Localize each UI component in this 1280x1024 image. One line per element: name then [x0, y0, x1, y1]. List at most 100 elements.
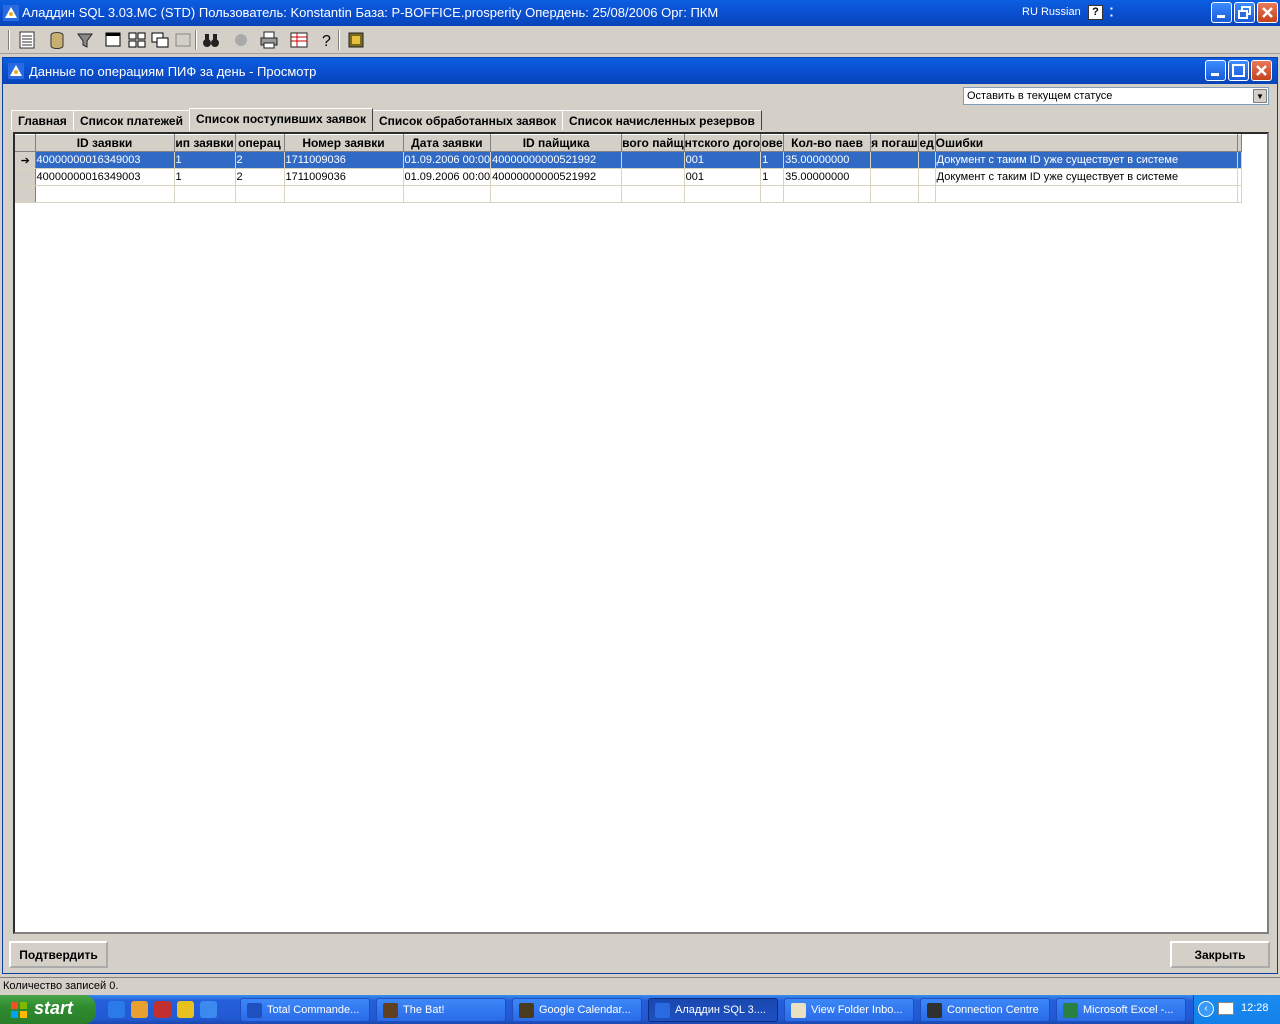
table-cell[interactable]: 001: [684, 168, 762, 186]
language-bar[interactable]: RU Russian ? ▪ ▪: [1010, 3, 1122, 23]
language-help-icon[interactable]: ?: [1088, 5, 1103, 20]
window-minimize-button[interactable]: [1205, 60, 1226, 81]
table-cell[interactable]: [870, 151, 919, 169]
app-minimize-button[interactable]: [1211, 2, 1232, 23]
table-cell[interactable]: 40000000000521992: [490, 151, 623, 169]
table-cell[interactable]: 1711009036: [284, 168, 404, 186]
desktop-icon[interactable]: [200, 1001, 217, 1018]
tab-processed-requests[interactable]: Список обработанных заявок: [372, 110, 564, 130]
table-cell[interactable]: 001: [684, 151, 762, 169]
tab-main[interactable]: Главная: [11, 110, 74, 130]
row-pointer-icon[interactable]: ➔: [15, 151, 36, 169]
mail-icon[interactable]: [1218, 1002, 1234, 1015]
column-header[interactable]: вого пайщ: [621, 134, 685, 152]
column-header[interactable]: Номер заявки: [284, 134, 404, 152]
column-header[interactable]: нтского дого: [684, 134, 762, 152]
database-icon[interactable]: [46, 29, 68, 51]
table-cell[interactable]: [783, 185, 872, 203]
column-header[interactable]: операц: [235, 134, 285, 152]
table-row[interactable]: [15, 185, 1242, 203]
table-cell[interactable]: [35, 185, 175, 203]
table-cell[interactable]: [621, 185, 685, 203]
row-indicator[interactable]: [15, 168, 36, 186]
table-cell[interactable]: [235, 185, 285, 203]
table-cell[interactable]: 1: [760, 168, 785, 186]
row-indicator[interactable]: [15, 185, 36, 203]
table-cell[interactable]: [935, 185, 1238, 203]
table-cell[interactable]: 01.09.2006 00:00: [403, 168, 492, 186]
taskbar-button[interactable]: View Folder Inbo...: [784, 998, 914, 1022]
requests-grid[interactable]: ID заявки ип заявки операц Номер заявки …: [13, 132, 1269, 934]
window-maximize-button[interactable]: [1228, 60, 1249, 81]
tab-accrued-reserves[interactable]: Список начисленных резервов: [562, 110, 762, 130]
table-cell[interactable]: [284, 185, 404, 203]
table-cell[interactable]: 1: [174, 168, 236, 186]
table-cell[interactable]: 2: [235, 168, 285, 186]
table-cell[interactable]: Документ с таким ID уже существует в сис…: [935, 151, 1238, 169]
cascade-icon[interactable]: [149, 29, 171, 51]
table-cell[interactable]: 40000000016349003: [35, 168, 175, 186]
table-cell[interactable]: [918, 185, 936, 203]
ie-icon[interactable]: [108, 1001, 125, 1018]
table-cell[interactable]: [918, 168, 936, 186]
binoculars-icon[interactable]: [200, 29, 222, 51]
table-cell[interactable]: 1: [174, 151, 236, 169]
window-icon[interactable]: [102, 29, 124, 51]
calculator-icon[interactable]: [345, 29, 367, 51]
app-close-button[interactable]: [1257, 2, 1278, 23]
table-cell[interactable]: 1: [760, 151, 785, 169]
clock-app-icon[interactable]: [131, 1001, 148, 1018]
table-row[interactable]: ➔ 40000000016349003 1 2 1711009036 01.09.2006…: [15, 151, 1242, 169]
taskbar-button[interactable]: Connection Centre: [920, 998, 1050, 1022]
table-cell[interactable]: 35.00000000: [783, 168, 872, 186]
tab-incoming-requests[interactable]: Список поступивших заявок: [189, 108, 374, 131]
window-close-button[interactable]: [1251, 60, 1272, 81]
taskbar-button[interactable]: Total Commande...: [240, 998, 370, 1022]
chevron-left-icon[interactable]: ‹: [1198, 1001, 1214, 1017]
table-cell[interactable]: 35.00000000: [783, 151, 872, 169]
column-header[interactable]: ип заявки: [174, 134, 236, 152]
lightning-icon[interactable]: [177, 1001, 194, 1018]
table-cell[interactable]: 1711009036: [284, 151, 404, 169]
start-button[interactable]: start: [0, 995, 96, 1024]
table-cell[interactable]: 01.09.2006 00:00: [403, 151, 492, 169]
table-cell[interactable]: Документ с таким ID уже существует в сис…: [935, 168, 1238, 186]
arrange-icon[interactable]: [172, 29, 194, 51]
taskbar-button[interactable]: Microsoft Excel -...: [1056, 998, 1186, 1022]
taskbar-button[interactable]: Аладдин SQL 3....: [648, 998, 778, 1022]
column-header[interactable]: Дата заявки: [403, 134, 492, 152]
table-cell[interactable]: [621, 168, 685, 186]
table-cell[interactable]: [918, 151, 936, 169]
column-header[interactable]: ед: [918, 134, 936, 152]
status-action-select[interactable]: Оставить в текущем статусе ▼: [963, 87, 1269, 105]
chevron-down-icon[interactable]: ▼: [1253, 89, 1267, 103]
table-cell[interactable]: [490, 185, 623, 203]
confirm-button[interactable]: Подтвердить: [9, 941, 108, 968]
taskbar-button[interactable]: Google Calendar...: [512, 998, 642, 1022]
column-header[interactable]: Кол-во паев: [783, 134, 872, 152]
table-cell[interactable]: [174, 185, 236, 203]
app-quicklaunch-icon[interactable]: [154, 1001, 171, 1018]
taskbar-button[interactable]: The Bat!: [376, 998, 506, 1022]
table-cell[interactable]: 40000000016349003: [35, 151, 175, 169]
tile-icon[interactable]: [126, 29, 148, 51]
export-icon[interactable]: [288, 29, 310, 51]
filter-icon[interactable]: [74, 29, 96, 51]
table-cell[interactable]: 2: [235, 151, 285, 169]
table-cell[interactable]: 40000000000521992: [490, 168, 623, 186]
table-cell[interactable]: [621, 151, 685, 169]
table-row[interactable]: 40000000016349003 1 2 1711009036 01.09.2006 …: [15, 168, 1242, 186]
column-header[interactable]: я погаш: [870, 134, 919, 152]
table-cell[interactable]: [760, 185, 785, 203]
language-indicator[interactable]: RU Russian: [1022, 6, 1081, 18]
column-header[interactable]: ID пайщика: [490, 134, 623, 152]
table-cell[interactable]: [403, 185, 492, 203]
table-cell[interactable]: [684, 185, 762, 203]
list-icon[interactable]: [16, 29, 38, 51]
table-cell[interactable]: [870, 168, 919, 186]
close-button[interactable]: Закрыть: [1170, 941, 1270, 968]
language-options-icon[interactable]: ▪ ▪: [1110, 5, 1118, 21]
column-header[interactable]: ID заявки: [35, 134, 175, 152]
tab-payments[interactable]: Список платежей: [73, 110, 190, 130]
column-header[interactable]: ове: [760, 134, 785, 152]
